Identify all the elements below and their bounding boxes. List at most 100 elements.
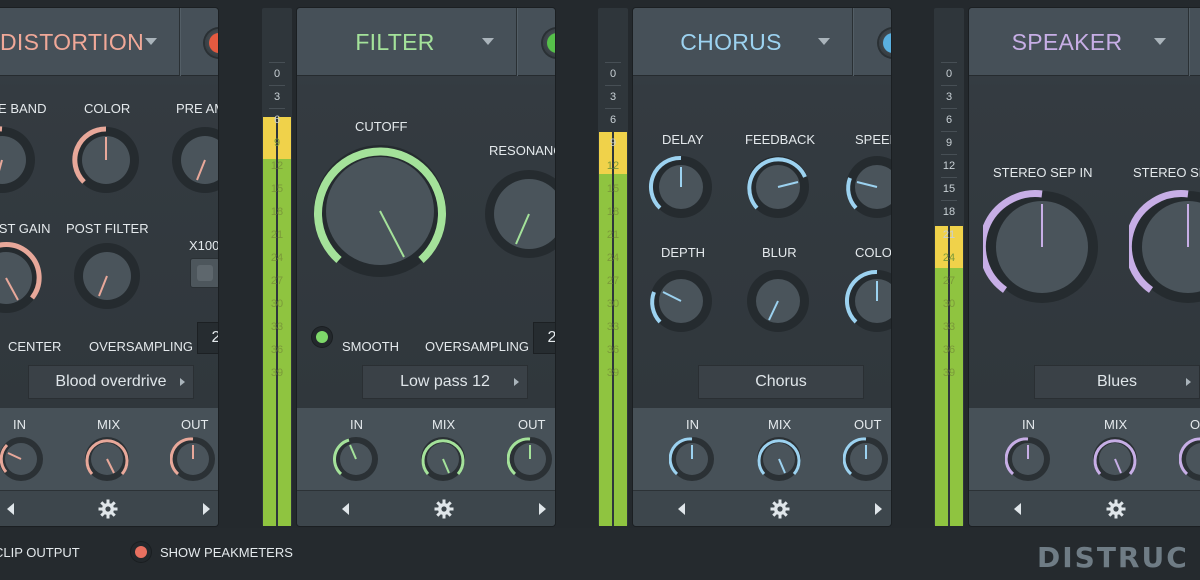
pre-band-knob[interactable] [0, 124, 38, 196]
meter-scale-label: 12 [942, 160, 956, 172]
next-preset-icon[interactable] [875, 503, 882, 515]
speed-knob[interactable] [844, 154, 891, 220]
post-filter-label: POST FILTER [66, 221, 149, 236]
depth-knob[interactable] [648, 268, 714, 334]
meter-scale-label: 30 [270, 298, 284, 310]
meter-scale-label: 33 [270, 321, 284, 333]
out-knob[interactable] [843, 436, 889, 482]
filter-power-button[interactable] [543, 29, 555, 57]
gear-icon[interactable] [770, 499, 790, 524]
meter-tick [941, 154, 957, 155]
prev-preset-icon[interactable] [678, 503, 685, 515]
gear-icon[interactable] [1106, 499, 1126, 524]
filter-preset-selector[interactable]: Low pass 12 [362, 365, 528, 399]
preset-name: Blood overdrive [55, 373, 167, 390]
oversampling-select[interactable]: 2x [197, 322, 218, 354]
oversampling-label: OVERSAMPLING [89, 339, 194, 354]
center-label: CENTER [8, 339, 62, 354]
prev-preset-icon[interactable] [1014, 503, 1021, 515]
chevron-down-icon[interactable] [145, 38, 157, 45]
meter-scale-label: 3 [609, 91, 617, 103]
next-preset-icon[interactable] [203, 503, 210, 515]
chevron-down-icon[interactable] [1154, 38, 1166, 45]
distortion-header: DISTORTION [0, 8, 218, 76]
meter-scale-label: 6 [609, 114, 617, 126]
mix-label: MIX [97, 417, 121, 432]
mix-knob[interactable] [1092, 436, 1138, 482]
chevron-right-icon [1186, 378, 1191, 386]
next-preset-icon[interactable] [539, 503, 546, 515]
oversampling-select[interactable]: 2x [533, 322, 555, 354]
out-knob[interactable] [507, 436, 553, 482]
mix-knob[interactable] [84, 436, 130, 482]
smooth-toggle[interactable] [312, 327, 332, 347]
chorus-power-button[interactable] [879, 29, 891, 57]
distortion-power-button[interactable] [205, 29, 218, 57]
cutoff-knob[interactable] [311, 142, 449, 280]
mix-knob[interactable] [756, 436, 802, 482]
meter-scale-label: 15 [270, 183, 284, 195]
meter-scale-label: 9 [273, 137, 281, 149]
gear-icon[interactable] [434, 499, 454, 524]
meter-scale-label: 6 [945, 114, 953, 126]
meter-tick [941, 62, 957, 63]
power-icon [883, 33, 891, 53]
in-label: IN [686, 417, 699, 432]
chorus-preset-selector[interactable]: Chorus [698, 365, 864, 399]
distortion-title[interactable]: DISTORTION [0, 8, 150, 76]
post-gain-knob[interactable] [0, 240, 44, 316]
blur-knob[interactable] [745, 268, 811, 334]
resonance-label: RESONANCE [489, 143, 555, 158]
color-knob[interactable] [844, 268, 891, 334]
meter-tick [605, 108, 621, 109]
filter-header: FILTER [297, 8, 555, 76]
stereo-sep-in-knob[interactable] [983, 188, 1101, 306]
meter-tick [941, 177, 957, 178]
speaker-preset-selector[interactable]: Blues [1034, 365, 1200, 399]
in-knob[interactable] [333, 436, 379, 482]
color-knob[interactable] [70, 124, 142, 196]
in-label: IN [350, 417, 363, 432]
meter-scale-label: 21 [942, 229, 956, 241]
prev-preset-icon[interactable] [7, 503, 14, 515]
out-label: OUT [854, 417, 882, 432]
filter-panel: FILTER CUTOFF RESONANCE SMOOTH OVERSAMPL… [297, 8, 555, 526]
show-peakmeters-label[interactable]: SHOW PEAKMETERS [160, 545, 293, 560]
smooth-label: SMOOTH [342, 339, 400, 354]
meter-scale-label: 9 [945, 137, 953, 149]
show-peakmeters-toggle[interactable] [131, 542, 151, 562]
preset-name: Low pass 12 [400, 373, 490, 390]
meter-scale-label: 36 [270, 344, 284, 356]
delay-knob[interactable] [648, 154, 714, 220]
peak-meter-3: 0 3 6 9 12 15 18 21 24 27 30 33 36 39 [934, 8, 964, 526]
in-label: IN [1022, 417, 1035, 432]
meter-scale-label: 36 [942, 344, 956, 356]
feedback-knob[interactable] [745, 154, 811, 220]
chorus-panel: CHORUS DELAY FEEDBACK SPEED DEPTH BLUR C… [633, 8, 891, 526]
post-filter-knob[interactable] [71, 240, 143, 312]
stereo-sep-out-knob[interactable] [1129, 188, 1200, 306]
mix-knob[interactable] [420, 436, 466, 482]
meter-tick [605, 62, 621, 63]
out-knob[interactable] [1179, 436, 1200, 482]
out-label: O [1190, 417, 1200, 432]
chorus-title[interactable]: CHORUS [633, 8, 829, 76]
pre-amp-knob[interactable] [169, 124, 218, 196]
in-knob[interactable] [0, 436, 44, 482]
out-knob[interactable] [170, 436, 216, 482]
prev-preset-icon[interactable] [342, 503, 349, 515]
meter-scale-label: 27 [270, 275, 284, 287]
in-knob[interactable] [669, 436, 715, 482]
in-knob[interactable] [1005, 436, 1051, 482]
chevron-down-icon[interactable] [482, 38, 494, 45]
resonance-knob[interactable] [483, 168, 555, 260]
filter-title[interactable]: FILTER [297, 8, 493, 76]
meter-tick [941, 108, 957, 109]
x100-button[interactable] [190, 258, 218, 288]
gear-icon[interactable] [98, 499, 118, 524]
chevron-down-icon[interactable] [818, 38, 830, 45]
meter-scale-label: 9 [609, 137, 617, 149]
distortion-preset-selector[interactable]: Blood overdrive [28, 365, 194, 399]
speaker-title[interactable]: SPEAKER [969, 8, 1165, 76]
clip-output-label[interactable]: CLIP OUTPUT [0, 545, 80, 560]
